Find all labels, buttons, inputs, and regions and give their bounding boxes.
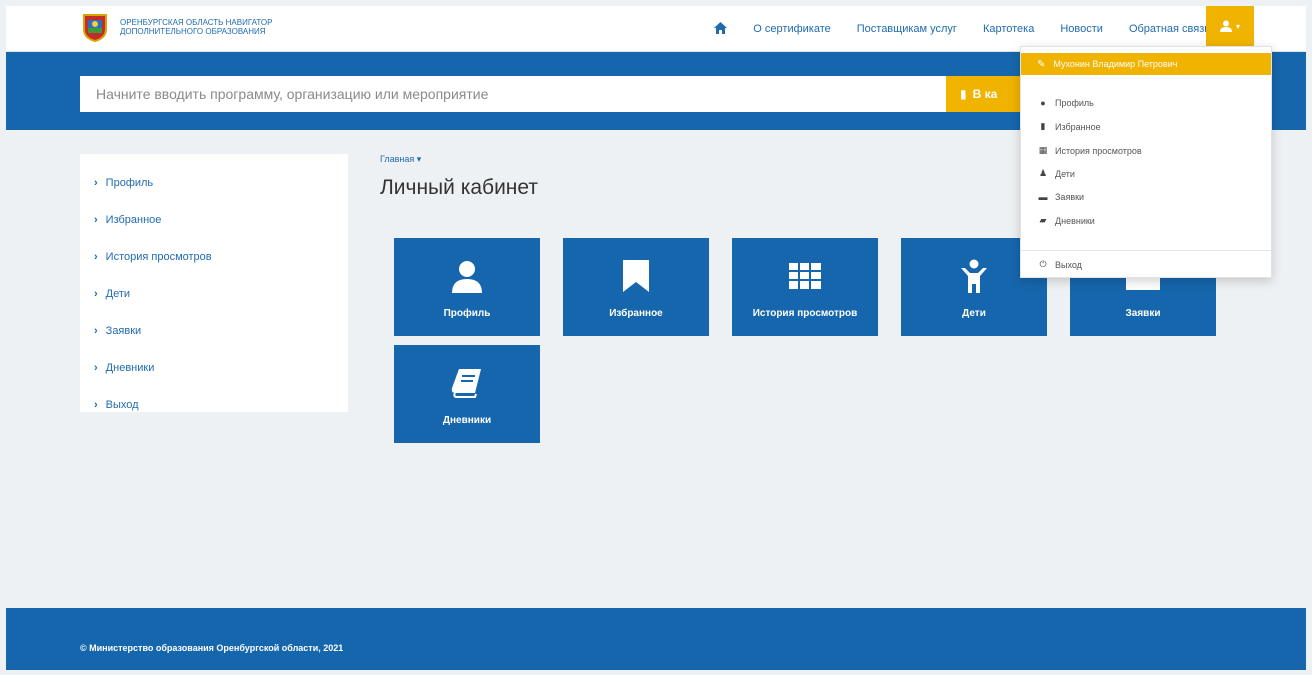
dropdown-item-history[interactable]: ▦ История просмотров bbox=[1037, 145, 1142, 156]
dropdown-item-label: История просмотров bbox=[1055, 145, 1142, 156]
sidebar-item-label: Заявки bbox=[105, 324, 142, 337]
folder-icon: ▮ bbox=[960, 87, 967, 101]
chevron-right-icon: › bbox=[94, 324, 98, 337]
footer-copyright: © Министерство образования Оренбургской … bbox=[80, 643, 344, 653]
bookmark-icon: ▮ bbox=[1040, 121, 1046, 131]
user-icon bbox=[450, 256, 484, 296]
folder-icon: ▬ bbox=[1038, 192, 1048, 202]
site-logo[interactable]: ОРЕНБУРГСКАЯ ОБЛАСТЬ НАВИГАТОР ДОПОЛНИТЕ… bbox=[80, 12, 300, 42]
sidebar-item-applications[interactable]: › Заявки bbox=[80, 312, 348, 349]
page-frame: ОРЕНБУРГСКАЯ ОБЛАСТЬ НАВИГАТОР ДОПОЛНИТЕ… bbox=[6, 6, 1306, 670]
sidebar-item-label: Дневники bbox=[105, 361, 155, 374]
sidebar-item-label: Выход bbox=[105, 398, 139, 411]
edit-icon: ✎ bbox=[1037, 58, 1046, 70]
dropdown-item-label: Дети bbox=[1055, 168, 1075, 179]
chevron-right-icon: › bbox=[94, 287, 98, 300]
dropdown-item-label: Заявки bbox=[1055, 192, 1085, 202]
sidebar-item-profile[interactable]: › Профиль bbox=[80, 164, 348, 201]
nav-certificate[interactable]: О сертификате bbox=[753, 23, 830, 35]
user-icon: ● bbox=[1040, 98, 1046, 108]
book-icon bbox=[451, 363, 483, 403]
tile-label: Профиль bbox=[443, 307, 491, 319]
sidebar-item-logout[interactable]: › Выход bbox=[80, 386, 348, 423]
sidebar-item-history[interactable]: › История просмотров bbox=[80, 238, 348, 275]
nav-feedback[interactable]: Обратная связь bbox=[1129, 23, 1210, 35]
dropdown-item-diaries[interactable]: ▰ Дневники bbox=[1037, 215, 1095, 226]
logo-text: ОРЕНБУРГСКАЯ ОБЛАСТЬ НАВИГАТОР ДОПОЛНИТЕ… bbox=[120, 18, 273, 36]
dropdown-item-favorites[interactable]: ▮ Избранное bbox=[1037, 121, 1101, 132]
search-input[interactable]: Начните вводить программу, организацию и… bbox=[80, 76, 946, 112]
tile-label: История просмотров bbox=[752, 307, 858, 319]
nav-news[interactable]: Новости bbox=[1060, 23, 1103, 35]
grid-icon: ▦ bbox=[1038, 145, 1048, 155]
book-icon: ▰ bbox=[1039, 215, 1047, 225]
dropdown-item-children[interactable]: ♟ Дети bbox=[1037, 168, 1075, 179]
tile-diaries[interactable]: Дневники bbox=[394, 345, 540, 443]
sidebar-item-favorites[interactable]: › Избранное bbox=[80, 201, 348, 238]
home-icon bbox=[714, 21, 728, 34]
home-link[interactable] bbox=[714, 21, 728, 37]
dropdown-item-label: Профиль bbox=[1055, 98, 1094, 108]
footer: © Министерство образования Оренбургской … bbox=[6, 608, 1306, 670]
user-dropdown-menu: ✎ Мухонин Владимир Петрович ● Профиль ▮ Из… bbox=[1020, 46, 1272, 278]
tile-label: Дневники bbox=[442, 414, 492, 426]
chevron-right-icon: › bbox=[94, 361, 98, 374]
page-title: Личный кабинет bbox=[380, 176, 538, 199]
tile-label: Избранное bbox=[609, 307, 663, 319]
breadcrumb[interactable]: Главная ▾ bbox=[380, 154, 421, 165]
sidebar-item-children[interactable]: › Дети bbox=[80, 275, 348, 312]
sidebar-item-label: Профиль bbox=[105, 176, 154, 189]
catalog-button-label: В ка bbox=[972, 87, 998, 101]
sidebar: › Профиль › Избранное › История просмотров … bbox=[80, 154, 348, 412]
coat-of-arms-icon bbox=[83, 14, 107, 42]
sidebar-item-diaries[interactable]: › Дневники bbox=[80, 349, 348, 386]
dropdown-item-label: Избранное bbox=[1055, 121, 1101, 132]
dropdown-item-label: Выход bbox=[1055, 259, 1082, 270]
nav-catalog[interactable]: Картотека bbox=[983, 23, 1034, 35]
dropdown-item-applications[interactable]: ▬ Заявки bbox=[1037, 192, 1085, 202]
grid-icon bbox=[789, 256, 821, 296]
child-icon bbox=[961, 256, 987, 296]
nav-providers[interactable]: Поставщикам услуг bbox=[857, 23, 957, 35]
user-menu-button[interactable]: ▾ bbox=[1206, 6, 1254, 46]
child-icon: ♟ bbox=[1038, 168, 1048, 178]
chevron-right-icon: › bbox=[94, 398, 98, 411]
power-icon: ⏻ bbox=[1039, 259, 1047, 269]
tile-profile[interactable]: Профиль bbox=[394, 238, 540, 336]
tile-label: Заявки bbox=[1125, 307, 1161, 319]
dropdown-user-name[interactable]: ✎ Мухонин Владимир Петрович bbox=[1021, 53, 1271, 75]
user-name: Мухонин Владимир Петрович bbox=[1053, 59, 1178, 69]
sidebar-item-label: История просмотров bbox=[105, 250, 212, 263]
tile-favorites[interactable]: Избранное bbox=[563, 238, 709, 336]
dropdown-divider bbox=[1021, 250, 1271, 251]
bookmark-icon bbox=[623, 256, 649, 296]
dropdown-item-label: Дневники bbox=[1055, 215, 1095, 226]
dropdown-item-logout[interactable]: ⏻ Выход bbox=[1037, 259, 1082, 270]
user-icon bbox=[1219, 20, 1232, 32]
caret-down-icon: ▾ bbox=[1235, 21, 1240, 31]
tile-history[interactable]: История просмотров bbox=[732, 238, 878, 336]
tile-label: Дети bbox=[962, 307, 986, 319]
chevron-right-icon: › bbox=[94, 176, 98, 189]
sidebar-item-label: Избранное bbox=[105, 213, 162, 226]
dropdown-item-profile[interactable]: ● Профиль bbox=[1037, 98, 1094, 108]
chevron-right-icon: › bbox=[94, 250, 98, 263]
sidebar-item-label: Дети bbox=[105, 287, 131, 300]
chevron-right-icon: › bbox=[94, 213, 98, 226]
